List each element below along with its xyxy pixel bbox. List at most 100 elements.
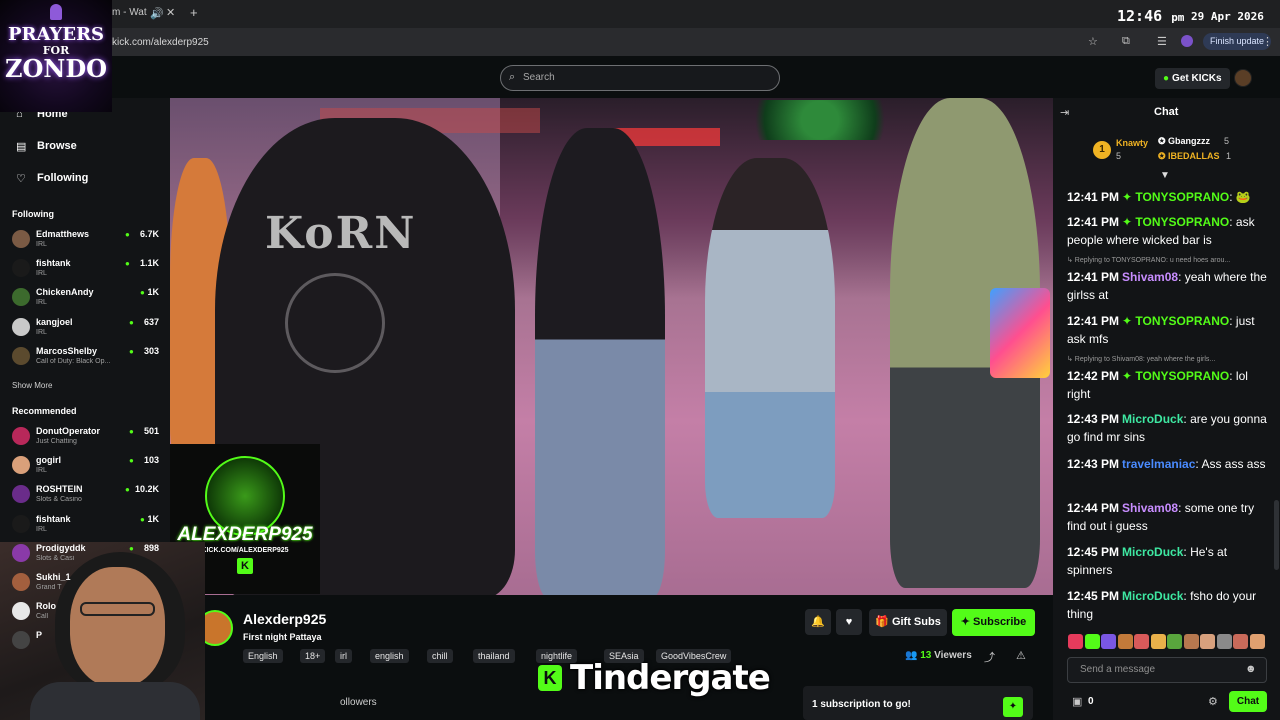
viewer-count: 👥 13 Viewers (905, 650, 972, 661)
stream-tag[interactable]: 18+ (300, 649, 326, 663)
gifter-3-name[interactable]: ✪ IBEDALLAS (1158, 151, 1220, 162)
emote-icon[interactable] (1068, 634, 1083, 649)
follow-heart-button[interactable]: ♥ (836, 609, 862, 635)
search-placeholder: Search (523, 72, 555, 83)
message-time: 12:43 PM (1067, 457, 1120, 471)
kebab-menu-icon[interactable]: ⋮ (1262, 35, 1273, 48)
kick-k-icon: K (237, 558, 253, 574)
send-chat-button[interactable]: Chat (1229, 691, 1267, 712)
stream-tag[interactable]: English (243, 649, 283, 663)
emote-icon[interactable] (1183, 634, 1199, 649)
channel-name[interactable]: kangjoel (36, 317, 73, 327)
emote-icon[interactable] (1134, 634, 1149, 649)
channel-name[interactable]: P (36, 630, 42, 640)
user-avatar[interactable] (1234, 69, 1252, 87)
message-username[interactable]: MicroDuck (1122, 545, 1183, 559)
notification-bell-button[interactable]: 🔔 (805, 609, 831, 635)
channel-avatar[interactable] (12, 514, 30, 533)
channel-avatar[interactable] (12, 427, 30, 445)
message-username[interactable]: Shivam08 (1122, 501, 1178, 515)
chat-input-placeholder: Send a message (1080, 664, 1156, 675)
collapse-chat-icon[interactable]: ⇥ (1060, 106, 1069, 119)
channel-name[interactable]: Prodigyddk (36, 543, 86, 553)
channel-name[interactable]: ChickenAndy (36, 287, 94, 297)
emote-icon[interactable] (1167, 634, 1182, 649)
channel-avatar[interactable] (12, 573, 30, 591)
chat-scrollbar[interactable] (1274, 500, 1279, 570)
url-text[interactable]: kick.com/alexderp925 (112, 37, 209, 48)
emote-icon[interactable] (1101, 634, 1116, 649)
channel-category: IRL (36, 467, 47, 475)
channel-name[interactable]: Edmatthews (36, 229, 89, 239)
gifter-rank-badge: 1 (1093, 141, 1111, 159)
channel-viewers: 103 (143, 455, 159, 466)
channel-name[interactable]: MarcosShelby (36, 346, 97, 356)
stream-tag[interactable]: chill (427, 649, 453, 663)
close-tab-icon[interactable]: ✕ (166, 6, 175, 19)
message-username[interactable]: travelmaniac (1122, 457, 1195, 471)
extensions-icon[interactable]: ⧉ (1122, 35, 1130, 48)
emote-icon[interactable] (1200, 634, 1215, 649)
stream-tag[interactable]: irl (335, 649, 352, 663)
pinned-toggle-icon[interactable]: ▼ (1160, 170, 1170, 181)
browse-icon: ▤ (16, 141, 27, 153)
channel-avatar[interactable] (12, 543, 30, 562)
kicks-wallet-icon[interactable]: ▣ (1072, 695, 1082, 708)
stream-tag[interactable]: nightlife (536, 649, 578, 663)
message-username[interactable]: TONYSOPRANO (1135, 369, 1229, 383)
bookmark-star-icon[interactable]: ☆ (1088, 35, 1098, 48)
message-username[interactable]: TONYSOPRANO (1135, 215, 1229, 229)
channel-avatar[interactable] (12, 346, 30, 365)
emote-icon[interactable] (1084, 634, 1100, 649)
verified-badge-icon: ✦ (1122, 369, 1136, 383)
emote-icon[interactable] (1233, 634, 1248, 649)
subscribe-button[interactable]: ✦ Subscribe (952, 609, 1035, 636)
nav-following[interactable]: Following (37, 172, 88, 184)
channel-name[interactable]: DonutOperator (36, 426, 100, 436)
message-username[interactable]: MicroDuck (1122, 412, 1183, 426)
channel-avatar[interactable] (12, 230, 30, 248)
get-kicks-button[interactable]: ● Get KICKs (1155, 68, 1230, 89)
channel-avatar[interactable] (12, 317, 30, 336)
chat-settings-gear-icon[interactable]: ⚙ (1208, 695, 1218, 708)
korn-logo: KoRN (265, 208, 417, 259)
stream-tag[interactable]: SEAsia (604, 649, 644, 663)
profile-icon[interactable] (1181, 35, 1193, 47)
channel-name[interactable]: fishtank (36, 514, 71, 524)
streamer-name[interactable]: Alexderp925 (243, 611, 326, 627)
message-username[interactable]: TONYSOPRANO (1135, 190, 1229, 204)
channel-name[interactable]: Rolo (36, 601, 56, 611)
show-more-link[interactable]: Show More (12, 381, 52, 390)
sub-goal-icon[interactable]: ✦ (1003, 697, 1023, 717)
new-tab-icon[interactable]: + (190, 5, 198, 20)
channel-name[interactable]: ROSHTEIN (36, 484, 83, 494)
browser-tab-title[interactable]: m - Wat (112, 7, 147, 18)
channel-name[interactable]: fishtank (36, 258, 71, 268)
emote-icon[interactable] (1117, 634, 1133, 649)
stream-tag[interactable]: GoodVibesCrew (656, 649, 732, 663)
nav-browse[interactable]: Browse (37, 140, 77, 152)
channel-name[interactable]: Sukhi_1 (36, 572, 71, 582)
finish-update-button[interactable]: Finish update (1203, 33, 1272, 50)
emoji-icon[interactable]: ☻ (1245, 663, 1257, 675)
channel-name[interactable]: gogirl (36, 455, 61, 465)
gifter-2-name[interactable]: ✪ Gbangzzz (1158, 136, 1210, 147)
channel-category: IRL (36, 328, 47, 336)
message-username[interactable]: MicroDuck (1122, 589, 1183, 603)
report-icon[interactable]: ⚠ (1016, 649, 1026, 662)
stream-tag[interactable]: thailand (473, 649, 515, 663)
emote-icon[interactable] (1249, 634, 1265, 649)
top-gifter-name[interactable]: Knawty (1116, 138, 1148, 148)
message-time: 12:41 PM (1067, 314, 1120, 328)
message-username[interactable]: TONYSOPRANO (1135, 314, 1229, 328)
emote-icon[interactable] (1150, 634, 1166, 649)
gift-subs-button[interactable]: 🎁 Gift Subs (869, 609, 947, 636)
message-username[interactable]: Shivam08 (1122, 270, 1178, 284)
speaker-icon[interactable]: 🔊 (150, 7, 164, 20)
person-plaid-top (705, 158, 835, 518)
share-icon[interactable]: ⤴ (984, 649, 995, 665)
stream-tag[interactable]: english (370, 649, 409, 663)
emote-icon[interactable] (1216, 634, 1232, 649)
reading-list-icon[interactable]: ☰ (1157, 35, 1167, 48)
message-time: 12:41 PM (1067, 270, 1120, 284)
